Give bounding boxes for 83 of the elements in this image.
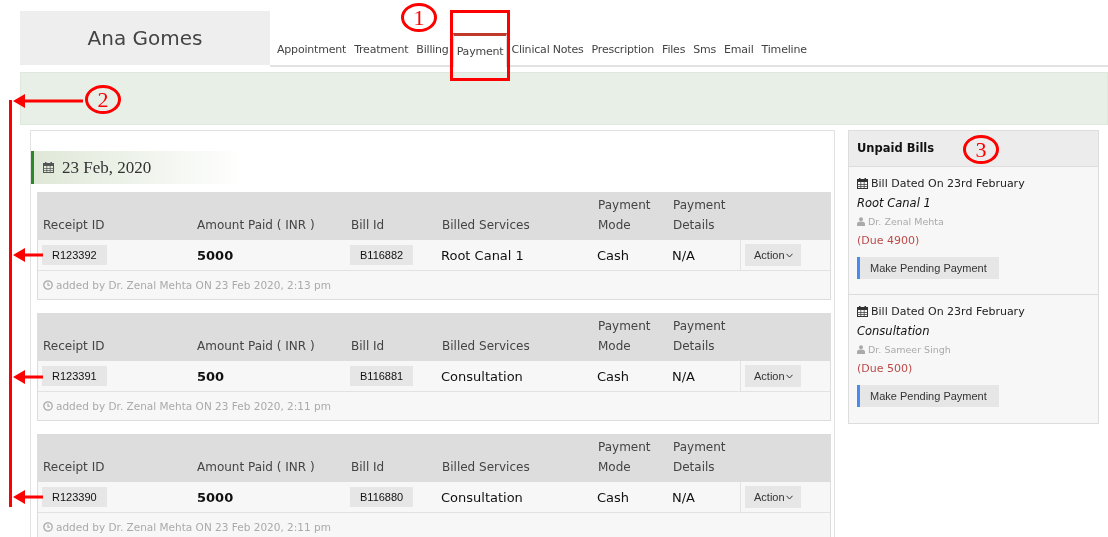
tab[interactable]: Files [658, 43, 690, 65]
table-cell-text: N/A [671, 246, 696, 265]
pointer-arrow [13, 248, 43, 262]
table-cell-text: N/A [671, 488, 696, 507]
callout-number: 1 [401, 3, 437, 32]
column-header: Bill Id [350, 217, 386, 234]
bill-date: Bill Dated On 23rd February [871, 176, 1025, 190]
column-header: Billed Services [441, 338, 531, 355]
table-cell-text: N/A [671, 367, 696, 386]
amount-cell-text: 500 [196, 367, 226, 386]
caret-icon [785, 373, 793, 379]
table-cell-text: Cash [596, 246, 631, 265]
column-header: Receipt ID [42, 338, 106, 355]
calendar-icon [857, 177, 868, 189]
date-label: 23 Feb, 2020 [62, 157, 152, 178]
callout-number: 3 [963, 135, 999, 164]
clock-icon [43, 522, 53, 532]
tab[interactable]: Billing [412, 43, 453, 65]
doctor-icon [857, 345, 865, 354]
column-header: Bill Id [350, 338, 386, 355]
column-header: Amount Paid ( INR ) [196, 338, 316, 355]
added-by-note: added by Dr. Zenal Mehta ON 23 Feb 2020, 2:11 pm [56, 521, 331, 533]
column-header: Payment Mode [597, 439, 652, 476]
table-cell-text: Root Canal 1 [440, 246, 525, 265]
column-header: Receipt ID [42, 459, 106, 476]
bill-service: Root Canal 1 [857, 196, 932, 210]
calendar-icon [857, 305, 868, 317]
tab[interactable]: Appointment [273, 43, 351, 65]
doctor-name: Dr. Zenal Mehta [868, 216, 944, 227]
bill-id-tag: B116881 [350, 366, 414, 386]
column-header: Receipt ID [42, 217, 106, 234]
bill-id-tag: B116880 [350, 487, 414, 507]
added-by-note: added by Dr. Zenal Mehta ON 23 Feb 2020, 2:13 pm [56, 279, 331, 291]
action-dropdown[interactable]: Action [745, 244, 801, 266]
receipt-id-tag: R123390 [42, 487, 107, 507]
tab[interactable]: Timeline [757, 43, 811, 65]
column-header: Amount Paid ( INR ) [196, 217, 316, 234]
tab[interactable]: Payment [452, 33, 508, 67]
table-cell-text: Consultation [440, 367, 524, 386]
pointer-arrow [13, 370, 43, 384]
due-amount: (Due 500) [857, 362, 914, 375]
caret-icon [785, 494, 793, 500]
table-cell-text: Cash [596, 488, 631, 507]
patient-name: Ana Gomes [87, 26, 203, 50]
calendar-icon [43, 162, 54, 173]
due-amount: (Due 4900) [857, 234, 921, 247]
tab[interactable]: Clinical Notes [507, 43, 588, 65]
column-header: Payment Details [672, 318, 727, 355]
tab[interactable]: Email [720, 43, 758, 65]
column-header: Bill Id [350, 459, 386, 476]
amount-cell-text: 5000 [196, 488, 235, 507]
action-dropdown[interactable]: Action [745, 486, 801, 508]
doctor-icon [857, 217, 865, 226]
make-payment-button[interactable]: Make Pending Payment [857, 385, 999, 407]
column-header: Payment Mode [597, 318, 652, 355]
action-dropdown[interactable]: Action [745, 365, 801, 387]
pointer-arrow [13, 490, 43, 504]
column-header: Amount Paid ( INR ) [196, 459, 316, 476]
column-header: Billed Services [441, 217, 531, 234]
column-header: Billed Services [441, 459, 531, 476]
pointer-arrow [13, 94, 83, 108]
doctor-name: Dr. Sameer Singh [868, 344, 951, 355]
column-header: Payment Details [672, 439, 727, 476]
caret-icon [785, 252, 793, 258]
make-payment-button[interactable]: Make Pending Payment [857, 257, 999, 279]
table-cell-text: Cash [596, 367, 631, 386]
tab[interactable]: Prescription [587, 43, 659, 65]
bill-service: Consultation [857, 324, 931, 338]
column-header: Payment Details [672, 197, 727, 234]
table-cell-text: Consultation [440, 488, 524, 507]
clock-icon [43, 401, 53, 411]
tab[interactable]: Treatment [350, 43, 413, 65]
column-header: Payment Mode [597, 197, 652, 234]
highlight-box [449, 10, 511, 81]
callout-number: 2 [85, 85, 121, 114]
bill-id-tag: B116882 [350, 245, 414, 265]
receipt-id-tag: R123392 [42, 245, 107, 265]
added-by-note: added by Dr. Zenal Mehta ON 23 Feb 2020, 2:11 pm [56, 400, 331, 412]
clock-icon [43, 280, 53, 290]
receipt-id-tag: R123391 [42, 366, 107, 386]
tab[interactable]: Sms [689, 43, 721, 65]
amount-cell-text: 5000 [196, 246, 235, 265]
bill-date: Bill Dated On 23rd February [871, 304, 1025, 318]
